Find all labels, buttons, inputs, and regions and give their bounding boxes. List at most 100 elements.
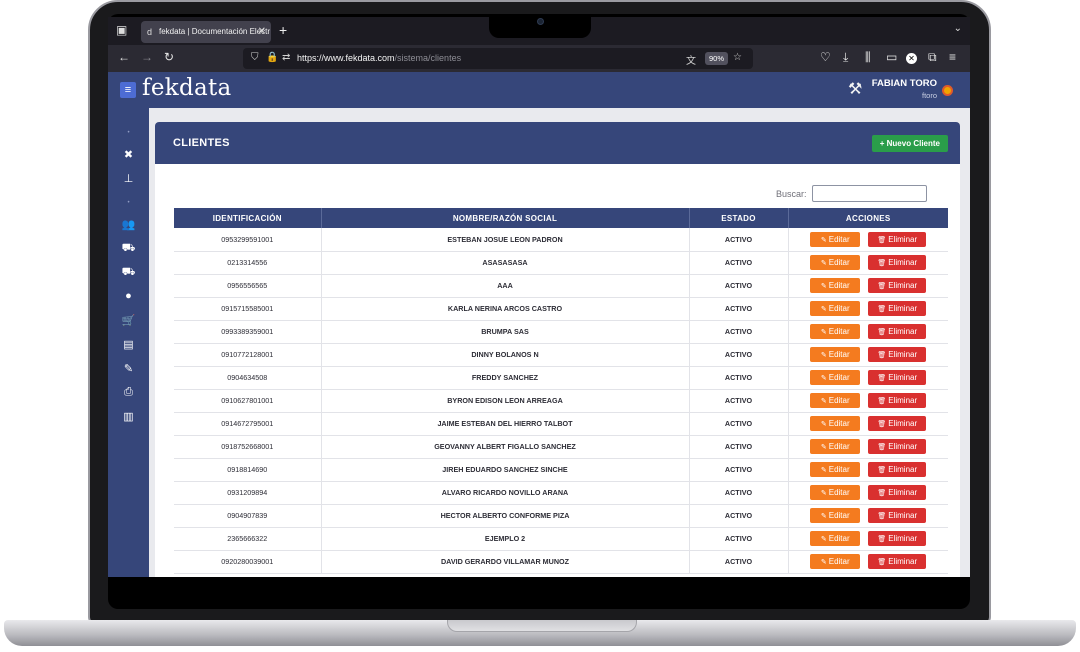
cell-actions: ✎ Editar 🗑 Eliminar bbox=[788, 320, 948, 344]
extensions-puzzle-icon[interactable]: ⧉ bbox=[928, 50, 937, 65]
sidebar-item-documents[interactable]: ▤ bbox=[108, 338, 149, 351]
new-tab-icon[interactable]: + bbox=[279, 22, 287, 38]
sidebar-item-dolly[interactable]: ⛟ bbox=[108, 242, 149, 256]
shield-icon[interactable]: ⛉ bbox=[251, 52, 259, 63]
sidebar-item-cart[interactable]: 🛒 bbox=[108, 314, 149, 327]
cell-actions: ✎ Editar 🗑 Eliminar bbox=[788, 297, 948, 321]
sidebar-item-shipping[interactable]: ⛟ bbox=[108, 266, 149, 280]
delete-button[interactable]: 🗑 Eliminar bbox=[868, 370, 927, 385]
delete-button[interactable]: 🗑 Eliminar bbox=[868, 231, 927, 247]
bookmark-star-icon[interactable]: ☆ bbox=[733, 52, 742, 63]
cell-state: ACTIVO bbox=[689, 343, 789, 367]
edit-button[interactable]: ✎ Editar bbox=[810, 485, 861, 500]
new-client-button[interactable]: + Nuevo Cliente bbox=[871, 135, 948, 152]
sidebar-item-tools[interactable]: ✖ bbox=[108, 148, 149, 161]
menu-toggle-icon[interactable]: ≡ bbox=[120, 82, 136, 98]
delete-label: Eliminar bbox=[888, 304, 918, 313]
forward-icon[interactable]: → bbox=[141, 50, 153, 64]
app-menu-icon[interactable]: ≡ bbox=[949, 50, 956, 64]
delete-button[interactable]: 🗑 Eliminar bbox=[868, 278, 927, 293]
download-icon[interactable]: ⤓ bbox=[843, 50, 848, 65]
sidebar-item-book[interactable]: ▥ bbox=[108, 410, 149, 423]
search-input[interactable] bbox=[812, 185, 927, 202]
edit-label: Editar bbox=[828, 488, 850, 497]
edit-button[interactable]: ✎ Editar bbox=[810, 393, 861, 408]
cell-id: 0904907839 bbox=[174, 504, 322, 528]
edit-button[interactable]: ✎ Editar bbox=[810, 416, 861, 431]
cell-id: 0931209894 bbox=[174, 481, 322, 505]
tools-icon: ✖ bbox=[123, 149, 134, 161]
sidebar-item-clients[interactable]: ● bbox=[108, 290, 149, 302]
sidebar-item-users[interactable]: 👥 bbox=[108, 218, 149, 231]
trash-icon: 🗑 bbox=[877, 536, 887, 543]
cell-id: 0904634508 bbox=[174, 366, 322, 390]
app-logo[interactable]: fekdata bbox=[142, 75, 232, 101]
reload-icon[interactable]: ↻ bbox=[164, 50, 174, 64]
edit-button[interactable]: ✎ Editar bbox=[810, 301, 861, 316]
cell-state: ACTIVO bbox=[689, 481, 789, 505]
delete-button[interactable]: 🗑 Eliminar bbox=[868, 485, 927, 500]
col-header-state[interactable]: ESTADO bbox=[689, 208, 789, 228]
lock-icon[interactable]: 🔒 bbox=[266, 52, 278, 63]
table-header-row: IDENTIFICACIÓN NOMBRE/RAZÓN SOCIAL ESTAD… bbox=[174, 208, 948, 228]
url-path: /sistema/clientes bbox=[394, 53, 462, 63]
chevron-down-icon[interactable]: ⌄ bbox=[954, 23, 962, 34]
edit-button[interactable]: ✎ Editar bbox=[810, 462, 861, 477]
cell-name: GEOVANNY ALBERT FIGALLO SANCHEZ bbox=[321, 435, 690, 459]
trash-icon: 🗑 bbox=[877, 329, 887, 336]
edit-button[interactable]: ✎ Editar bbox=[810, 554, 861, 569]
delete-button[interactable]: 🗑 Eliminar bbox=[868, 439, 927, 454]
pencil-icon: ✎ bbox=[820, 398, 827, 405]
delete-button[interactable]: 🗑 Eliminar bbox=[868, 393, 927, 408]
extension-icon[interactable]: ✕ bbox=[906, 53, 917, 64]
tab-list-icon[interactable]: ▣ bbox=[116, 23, 127, 37]
avatar[interactable] bbox=[942, 85, 953, 96]
url-text[interactable]: https://www.fekdata.com/sistema/clientes bbox=[297, 48, 461, 69]
edit-button[interactable]: ✎ Editar bbox=[810, 347, 861, 362]
printer-icon: ⎙ bbox=[124, 386, 133, 398]
delete-button[interactable]: 🗑 Eliminar bbox=[868, 416, 927, 431]
edit-button[interactable]: ✎ Editar bbox=[810, 231, 861, 247]
pencil-icon: ✎ bbox=[820, 306, 827, 313]
library-icon[interactable]: ⫼ bbox=[865, 50, 871, 65]
browser-tab[interactable]: d fekdata | Documentación Electr ✕ bbox=[141, 21, 271, 43]
edit-button[interactable]: ✎ Editar bbox=[810, 370, 861, 385]
translate-icon[interactable]: 文 bbox=[686, 52, 696, 67]
delete-button[interactable]: 🗑 Eliminar bbox=[868, 554, 927, 569]
edit-button[interactable]: ✎ Editar bbox=[810, 508, 861, 523]
table-row: 0910772128001 DINNY BOLANOS N ACTIVO ✎ Edita… bbox=[174, 343, 948, 367]
table-row: 0904907839 HECTOR ALBERTO CONFORME PIZA AC… bbox=[174, 504, 948, 528]
cell-id: 0956556565 bbox=[174, 274, 322, 298]
tools-icon[interactable]: ⚒ bbox=[848, 79, 862, 99]
pocket-icon[interactable]: ♡ bbox=[820, 50, 831, 64]
col-header-id[interactable]: IDENTIFICACIÓN bbox=[174, 208, 322, 228]
edit-button[interactable]: ✎ Editar bbox=[810, 278, 861, 293]
user-name[interactable]: FABIAN TORO bbox=[872, 78, 937, 89]
delete-button[interactable]: 🗑 Eliminar bbox=[868, 255, 927, 270]
col-header-actions: ACCIONES bbox=[788, 208, 948, 228]
zoom-level[interactable]: 90% bbox=[705, 52, 729, 65]
url-bar[interactable]: ⛉ 🔒 ⇄ https://www.fekdata.com/sistema/cl… bbox=[243, 48, 753, 69]
sidebar-item-print[interactable]: ⎙ bbox=[108, 386, 149, 399]
sidebar-item-edit-doc[interactable]: ✎ bbox=[108, 362, 149, 375]
sidebar-item-structure[interactable]: ⊥ bbox=[108, 172, 149, 185]
cell-name: BRUMPA SAS bbox=[321, 320, 690, 344]
table-row: 0956556565 AAA ACTIVO ✎ Editar 🗑 Eliminar bbox=[174, 274, 948, 298]
edit-button[interactable]: ✎ Editar bbox=[810, 324, 861, 339]
edit-button[interactable]: ✎ Editar bbox=[810, 255, 861, 270]
permissions-icon[interactable]: ⇄ bbox=[282, 52, 290, 63]
delete-button[interactable]: 🗑 Eliminar bbox=[868, 324, 927, 339]
delete-button[interactable]: 🗑 Eliminar bbox=[868, 301, 927, 316]
col-header-name[interactable]: NOMBRE/RAZÓN SOCIAL bbox=[321, 208, 690, 228]
sitemap-icon: ⊥ bbox=[123, 173, 134, 185]
sidebar-toggle-icon[interactable]: ▭ bbox=[886, 50, 897, 64]
edit-button[interactable]: ✎ Editar bbox=[810, 531, 861, 546]
delete-button[interactable]: 🗑 Eliminar bbox=[868, 462, 927, 477]
cell-state: ACTIVO bbox=[689, 366, 789, 390]
close-tab-icon[interactable]: ✕ bbox=[258, 21, 266, 43]
back-icon[interactable]: ← bbox=[118, 50, 130, 64]
delete-button[interactable]: 🗑 Eliminar bbox=[868, 531, 927, 546]
delete-button[interactable]: 🗑 Eliminar bbox=[868, 508, 927, 523]
delete-button[interactable]: 🗑 Eliminar bbox=[868, 347, 927, 362]
edit-button[interactable]: ✎ Editar bbox=[810, 439, 861, 454]
